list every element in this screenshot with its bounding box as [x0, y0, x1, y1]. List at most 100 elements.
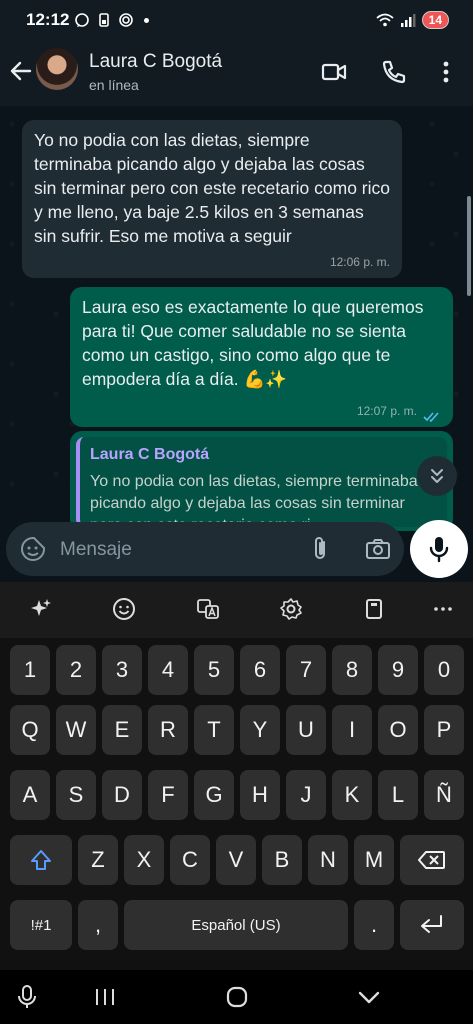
- key-x[interactable]: X: [124, 835, 164, 885]
- status-time: 12:12: [26, 10, 70, 29]
- quoted-text: Yo no podia con las dietas, siempre term…: [90, 473, 418, 527]
- comma-key[interactable]: ,: [78, 900, 118, 950]
- whatsapp-icon: [75, 13, 89, 27]
- clipboard-icon[interactable]: [359, 594, 389, 624]
- key-w[interactable]: W: [56, 705, 96, 755]
- key-b[interactable]: B: [262, 835, 302, 885]
- enter-arrow-icon: [421, 915, 442, 933]
- key-r[interactable]: R: [148, 705, 188, 755]
- status-right: 14: [376, 11, 449, 29]
- key-s[interactable]: S: [56, 770, 96, 820]
- quoted-message[interactable]: Laura C Bogotá Yo no podia con las dieta…: [76, 437, 447, 527]
- battery-indicator: 14: [421, 11, 449, 29]
- signal-icon: [400, 14, 416, 27]
- voice-message-button[interactable]: [410, 520, 468, 578]
- ai-tools-icon[interactable]: [26, 594, 56, 624]
- key-l[interactable]: L: [378, 770, 418, 820]
- key-y[interactable]: Y: [240, 705, 280, 755]
- key-2[interactable]: 2: [56, 645, 96, 695]
- space-bar[interactable]: Español (US): [124, 900, 348, 950]
- message-text: Laura eso es exactamente lo que queremos…: [82, 297, 424, 389]
- key-o[interactable]: O: [378, 705, 418, 755]
- key-u[interactable]: U: [286, 705, 326, 755]
- battery-saver-icon: [99, 13, 109, 27]
- message-outgoing-reply[interactable]: Laura C Bogotá Yo no podia con las dieta…: [70, 431, 453, 531]
- key-c[interactable]: C: [170, 835, 210, 885]
- chat-header: Laura C Bogotá en línea: [0, 40, 473, 106]
- message-composer: [6, 522, 404, 576]
- hide-keyboard-icon[interactable]: [356, 984, 382, 1010]
- notification-dot-icon: [144, 18, 149, 23]
- key-e[interactable]: E: [102, 705, 142, 755]
- key-h[interactable]: H: [240, 770, 280, 820]
- camera-icon[interactable]: [364, 536, 392, 562]
- key-z[interactable]: Z: [78, 835, 118, 885]
- contact-name[interactable]: Laura C Bogotá: [89, 51, 222, 73]
- key-q[interactable]: Q: [10, 705, 50, 755]
- avatar[interactable]: [36, 48, 78, 90]
- more-horizontal-icon[interactable]: [428, 594, 458, 624]
- message-input[interactable]: [58, 534, 282, 566]
- message-time: 12:06 p. m.: [329, 255, 390, 269]
- key-4[interactable]: 4: [148, 645, 188, 695]
- shift-key[interactable]: [10, 835, 72, 885]
- key-m[interactable]: M: [354, 835, 394, 885]
- key-g[interactable]: G: [194, 770, 234, 820]
- key-d[interactable]: D: [102, 770, 142, 820]
- message-text: Yo no podia con las dietas, siempre term…: [34, 130, 390, 246]
- scroll-down-button[interactable]: [417, 456, 457, 496]
- chevron-double-down-icon: [431, 469, 443, 483]
- wifi-icon: [376, 13, 394, 27]
- key-9[interactable]: 9: [378, 645, 418, 695]
- enter-key[interactable]: [400, 900, 464, 950]
- system-nav-bar: [0, 970, 473, 1024]
- voice-call-icon[interactable]: [380, 58, 408, 86]
- key-j[interactable]: J: [286, 770, 326, 820]
- status-bar: 12:12 14: [0, 0, 473, 40]
- key-1[interactable]: 1: [10, 645, 50, 695]
- key-7[interactable]: 7: [286, 645, 326, 695]
- key-8[interactable]: 8: [332, 645, 372, 695]
- more-options-icon[interactable]: [432, 58, 460, 86]
- message-incoming[interactable]: Yo no podia con las dietas, siempre term…: [22, 120, 402, 278]
- key-6[interactable]: 6: [240, 645, 280, 695]
- key-f[interactable]: F: [148, 770, 188, 820]
- home-icon[interactable]: [224, 984, 250, 1010]
- chat-scrollbar[interactable]: [467, 196, 471, 296]
- key-0[interactable]: 0: [424, 645, 464, 695]
- recent-apps-icon[interactable]: [92, 984, 118, 1010]
- key-p[interactable]: P: [424, 705, 464, 755]
- backspace-key[interactable]: [400, 835, 464, 885]
- message-outgoing[interactable]: Laura eso es exactamente lo que queremos…: [70, 287, 453, 427]
- translate-icon[interactable]: [193, 594, 223, 624]
- key-n[interactable]: N: [308, 835, 348, 885]
- quoted-name: Laura C Bogotá: [90, 446, 210, 463]
- settings-gear-icon[interactable]: [276, 594, 306, 624]
- keyboard: 1 2 3 4 5 6 7 8 9 0 Q W E R T Y U I O P …: [0, 638, 473, 970]
- key-i[interactable]: I: [332, 705, 372, 755]
- chat-area[interactable]: Yo no podia con las dietas, siempre term…: [0, 106, 473, 582]
- period-key[interactable]: .: [354, 900, 394, 950]
- key-t[interactable]: T: [194, 705, 234, 755]
- sticker-emoji-icon[interactable]: [20, 536, 46, 562]
- keyboard-mic-icon[interactable]: [14, 984, 40, 1010]
- emoji-icon[interactable]: [109, 594, 139, 624]
- keyboard-toolbar: [0, 582, 473, 638]
- key-k[interactable]: K: [332, 770, 372, 820]
- backspace-icon: [418, 851, 445, 869]
- key-3[interactable]: 3: [102, 645, 142, 695]
- key-enye[interactable]: Ñ: [424, 770, 464, 820]
- nfc-icon: [119, 13, 133, 27]
- symbols-key[interactable]: !#1: [10, 900, 72, 950]
- contact-status: en línea: [89, 77, 139, 93]
- key-a[interactable]: A: [10, 770, 50, 820]
- paperclip-icon[interactable]: [308, 536, 332, 562]
- microphone-icon: [429, 537, 449, 563]
- key-5[interactable]: 5: [194, 645, 234, 695]
- video-call-icon[interactable]: [320, 58, 348, 86]
- key-v[interactable]: V: [216, 835, 256, 885]
- status-icons: [74, 12, 149, 28]
- read-receipt-icon: [423, 412, 439, 423]
- message-time: 12:07 p. m.: [356, 404, 417, 418]
- back-arrow-icon[interactable]: [8, 58, 34, 84]
